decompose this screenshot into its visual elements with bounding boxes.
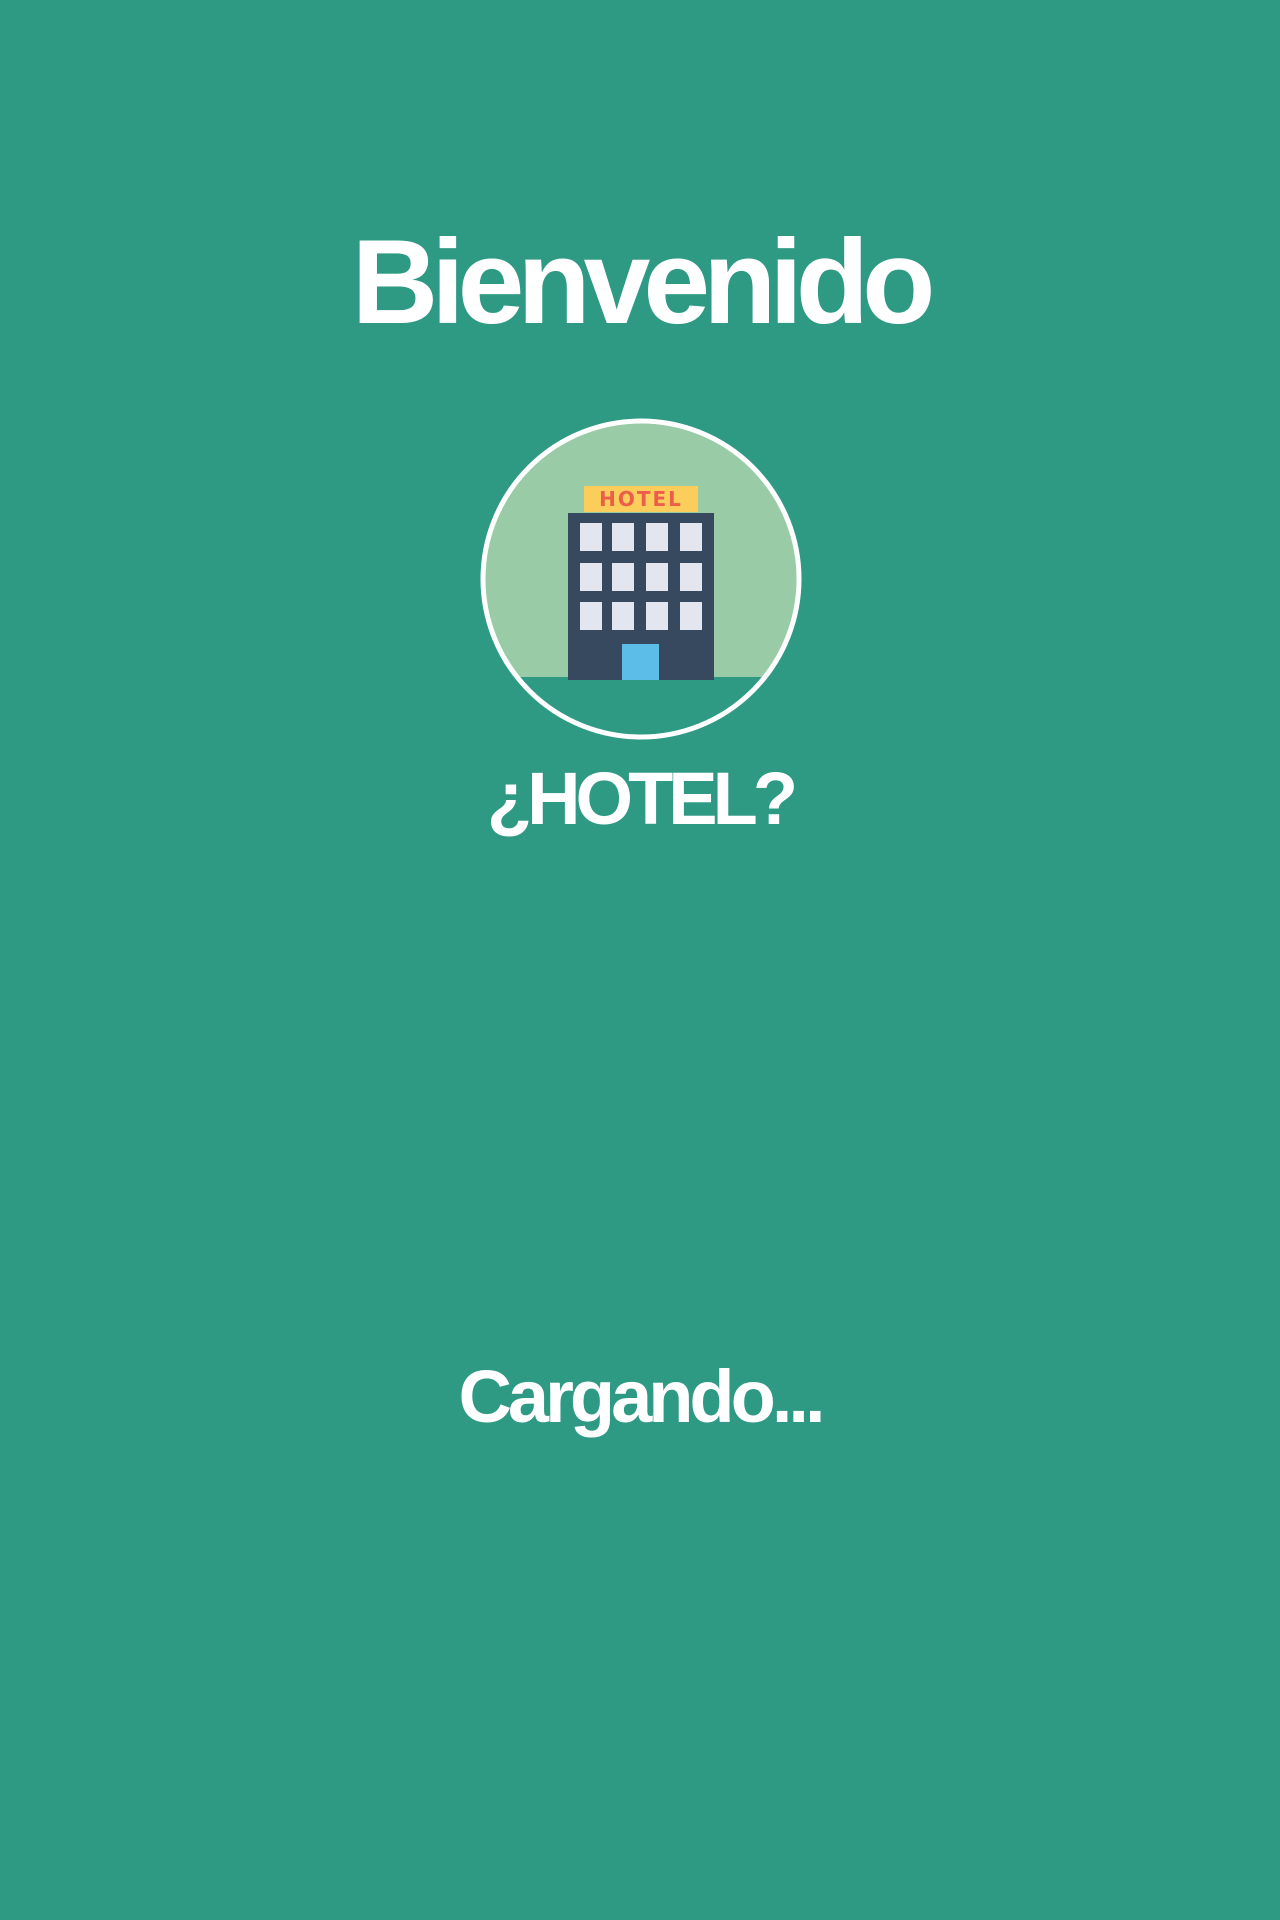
loading-text: Cargando... — [458, 1355, 825, 1438]
app-logo: HOTEL — [480, 418, 802, 740]
hotel-sign-text: HOTEL — [599, 487, 683, 511]
splash-screen: Bienvenido HOTEL ¿HOTEL? Cargando... — [0, 0, 1280, 1920]
app-name: ¿HOTEL? — [486, 757, 798, 840]
hotel-building-icon: HOTEL — [480, 418, 802, 740]
welcome-title: Bienvenido — [351, 215, 936, 349]
building-door — [622, 644, 659, 680]
